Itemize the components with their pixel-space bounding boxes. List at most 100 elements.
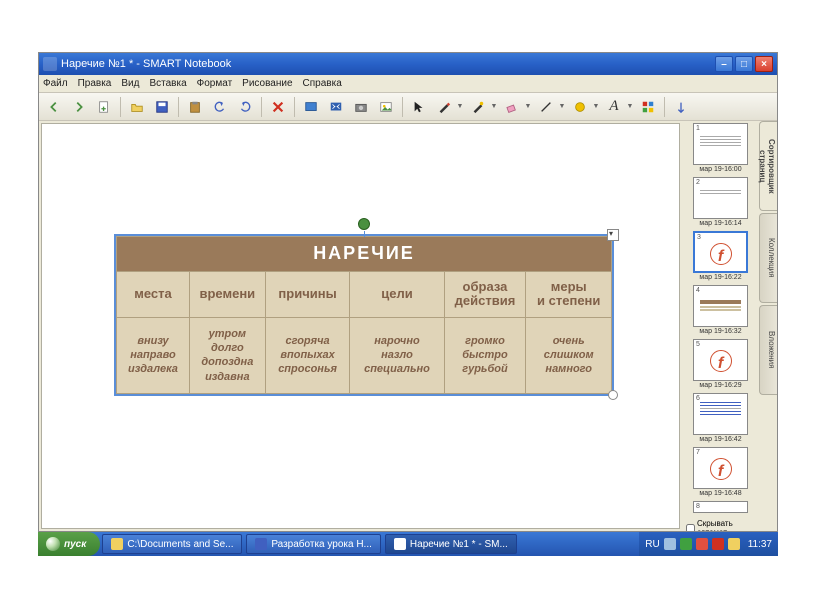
menu-draw[interactable]: Рисование bbox=[242, 78, 292, 89]
notebook-icon bbox=[394, 538, 406, 550]
text-dropdown[interactable]: ▼ bbox=[626, 103, 634, 110]
next-page-button[interactable] bbox=[68, 96, 90, 118]
table-cell: внизунаправоиздалека bbox=[117, 317, 190, 393]
table-header: места bbox=[117, 271, 190, 317]
table-header: образадействия bbox=[444, 271, 526, 317]
clock[interactable]: 11:37 bbox=[744, 539, 772, 550]
select-tool[interactable] bbox=[408, 96, 430, 118]
delete-button[interactable] bbox=[267, 96, 289, 118]
menubar: Файл Правка Вид Вставка Формат Рисование… bbox=[39, 75, 777, 93]
tab-page-sorter[interactable]: Сортировщик страниц bbox=[759, 121, 777, 211]
insert-image-button[interactable] bbox=[375, 96, 397, 118]
thumb-label: мар 19-16:22 bbox=[684, 274, 757, 281]
fullscreen-button[interactable] bbox=[325, 96, 347, 118]
hide-auto-checkbox[interactable]: Скрывать автомат bbox=[684, 517, 757, 531]
capture-button[interactable] bbox=[350, 96, 372, 118]
paste-button[interactable] bbox=[184, 96, 206, 118]
tray-icon[interactable] bbox=[680, 538, 692, 550]
table-header: мерыи степени bbox=[526, 271, 612, 317]
maximize-button[interactable]: □ bbox=[735, 56, 753, 72]
menu-insert[interactable]: Вставка bbox=[149, 78, 186, 89]
menu-file[interactable]: Файл bbox=[43, 78, 68, 89]
open-button[interactable] bbox=[126, 96, 148, 118]
table-cell: сгорячавпопыхахспросонья bbox=[265, 317, 350, 393]
taskbar-item-active[interactable]: Наречие №1 * - SM... bbox=[385, 534, 517, 554]
line-tool[interactable] bbox=[535, 96, 557, 118]
page-thumbnail[interactable]: 6 bbox=[693, 393, 748, 435]
start-button[interactable]: пуск bbox=[38, 532, 100, 556]
creative-pen-dropdown[interactable]: ▼ bbox=[490, 103, 498, 110]
folder-icon bbox=[111, 538, 123, 550]
thumb-label: мар 19-16:48 bbox=[684, 490, 757, 497]
table-cell: нарочноназлоспециально bbox=[350, 317, 444, 393]
thumb-label: мар 19-16:42 bbox=[684, 436, 757, 443]
creative-pen-tool[interactable] bbox=[467, 96, 489, 118]
adverb-table: НАРЕЧИЕ места времени причины цели образ… bbox=[116, 236, 612, 394]
undo-button[interactable] bbox=[209, 96, 231, 118]
table-header: времени bbox=[189, 271, 265, 317]
rotate-handle[interactable] bbox=[358, 218, 370, 230]
thumb-label: мар 19-16:29 bbox=[684, 382, 757, 389]
taskbar-item[interactable]: C:\Documents and Se... bbox=[102, 534, 242, 554]
save-button[interactable] bbox=[151, 96, 173, 118]
line-dropdown[interactable]: ▼ bbox=[558, 103, 566, 110]
tray-icon[interactable] bbox=[712, 538, 724, 550]
eraser-dropdown[interactable]: ▼ bbox=[524, 103, 532, 110]
window-title: Наречие №1 * - SMART Notebook bbox=[61, 58, 715, 70]
table-cell: утромдолгодопозднаиздавна bbox=[189, 317, 265, 393]
page-thumbnail[interactable]: 4 bbox=[693, 285, 748, 327]
eraser-tool[interactable] bbox=[501, 96, 523, 118]
titlebar: Наречие №1 * - SMART Notebook – □ × bbox=[39, 53, 777, 75]
page-thumbnail[interactable]: 5f bbox=[693, 339, 748, 381]
pen-dropdown[interactable]: ▼ bbox=[456, 103, 464, 110]
close-button[interactable]: × bbox=[755, 56, 773, 72]
menu-view[interactable]: Вид bbox=[121, 78, 139, 89]
table-cell: громкобыстрогурьбой bbox=[444, 317, 526, 393]
redo-button[interactable] bbox=[234, 96, 256, 118]
page-thumbnail[interactable]: 2 bbox=[693, 177, 748, 219]
resize-handle[interactable] bbox=[608, 390, 618, 400]
taskbar: пуск C:\Documents and Se... Разработка у… bbox=[38, 532, 778, 556]
selected-object-frame[interactable]: НАРЕЧИЕ места времени причины цели образ… bbox=[114, 234, 614, 396]
menu-format[interactable]: Формат bbox=[197, 78, 233, 89]
page-sorter: 1мар 19-16:00 2мар 19-16:14 3fмар 19-16:… bbox=[682, 121, 759, 531]
prev-page-button[interactable] bbox=[43, 96, 65, 118]
tab-collection[interactable]: Коллекция bbox=[759, 213, 777, 303]
start-orb-icon bbox=[46, 537, 60, 551]
object-menu-handle[interactable] bbox=[607, 229, 619, 241]
page-thumbnail[interactable]: 8 bbox=[693, 501, 748, 513]
minimize-button[interactable]: – bbox=[715, 56, 733, 72]
tab-attachments[interactable]: Вложения bbox=[759, 305, 777, 395]
move-toolbar-button[interactable] bbox=[670, 96, 692, 118]
app-icon bbox=[43, 57, 57, 71]
thumb-label: мар 19-16:14 bbox=[684, 220, 757, 227]
tray-icon[interactable] bbox=[696, 538, 708, 550]
toolbar: ▼ ▼ ▼ ▼ ▼ A ▼ bbox=[39, 93, 777, 121]
shape-dropdown[interactable]: ▼ bbox=[592, 103, 600, 110]
taskbar-item[interactable]: Разработка урока Н... bbox=[246, 534, 381, 554]
volume-icon[interactable] bbox=[664, 538, 676, 550]
app-window: Наречие №1 * - SMART Notebook – □ × Файл… bbox=[38, 52, 778, 532]
page-thumbnail[interactable]: 7f bbox=[693, 447, 748, 489]
pen-tool[interactable] bbox=[433, 96, 455, 118]
add-page-button[interactable] bbox=[93, 96, 115, 118]
color-tool[interactable] bbox=[637, 96, 659, 118]
menu-help[interactable]: Справка bbox=[303, 78, 342, 89]
page-thumbnail-current[interactable]: 3f bbox=[693, 231, 748, 273]
language-indicator[interactable]: RU bbox=[645, 539, 659, 550]
screen-shade-button[interactable] bbox=[300, 96, 322, 118]
table-header: цели bbox=[350, 271, 444, 317]
text-tool[interactable]: A bbox=[603, 96, 625, 118]
menu-edit[interactable]: Правка bbox=[78, 78, 112, 89]
tray-icon[interactable] bbox=[728, 538, 740, 550]
side-tabs: Сортировщик страниц Коллекция Вложения bbox=[759, 121, 777, 531]
thumb-label: мар 19-16:32 bbox=[684, 328, 757, 335]
thumb-label: мар 19-16:00 bbox=[684, 166, 757, 173]
shape-tool[interactable] bbox=[569, 96, 591, 118]
table-cell: оченьслишкомнамного bbox=[526, 317, 612, 393]
page-canvas[interactable]: НАРЕЧИЕ места времени причины цели образ… bbox=[41, 123, 680, 529]
word-icon bbox=[255, 538, 267, 550]
system-tray: RU 11:37 bbox=[639, 532, 778, 556]
side-panel: 1мар 19-16:00 2мар 19-16:14 3fмар 19-16:… bbox=[682, 121, 777, 531]
page-thumbnail[interactable]: 1 bbox=[693, 123, 748, 165]
